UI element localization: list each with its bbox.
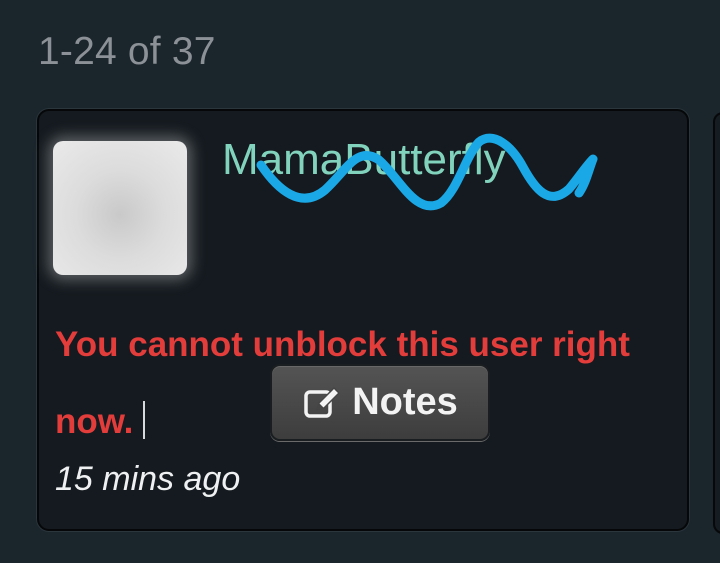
timestamp: 15 mins ago (55, 460, 241, 498)
separator (143, 401, 146, 439)
notes-button-label: Notes (352, 381, 458, 423)
notes-button[interactable]: Notes (270, 364, 490, 441)
user-avatar[interactable] (53, 141, 187, 275)
blocked-user-card: MamaButterfly You cannot unblock this us… (37, 109, 689, 531)
edit-note-icon (304, 386, 340, 418)
next-card-edge (713, 112, 720, 534)
results-count: 1-24 of 37 (38, 30, 216, 73)
scribble-redaction (256, 133, 598, 211)
